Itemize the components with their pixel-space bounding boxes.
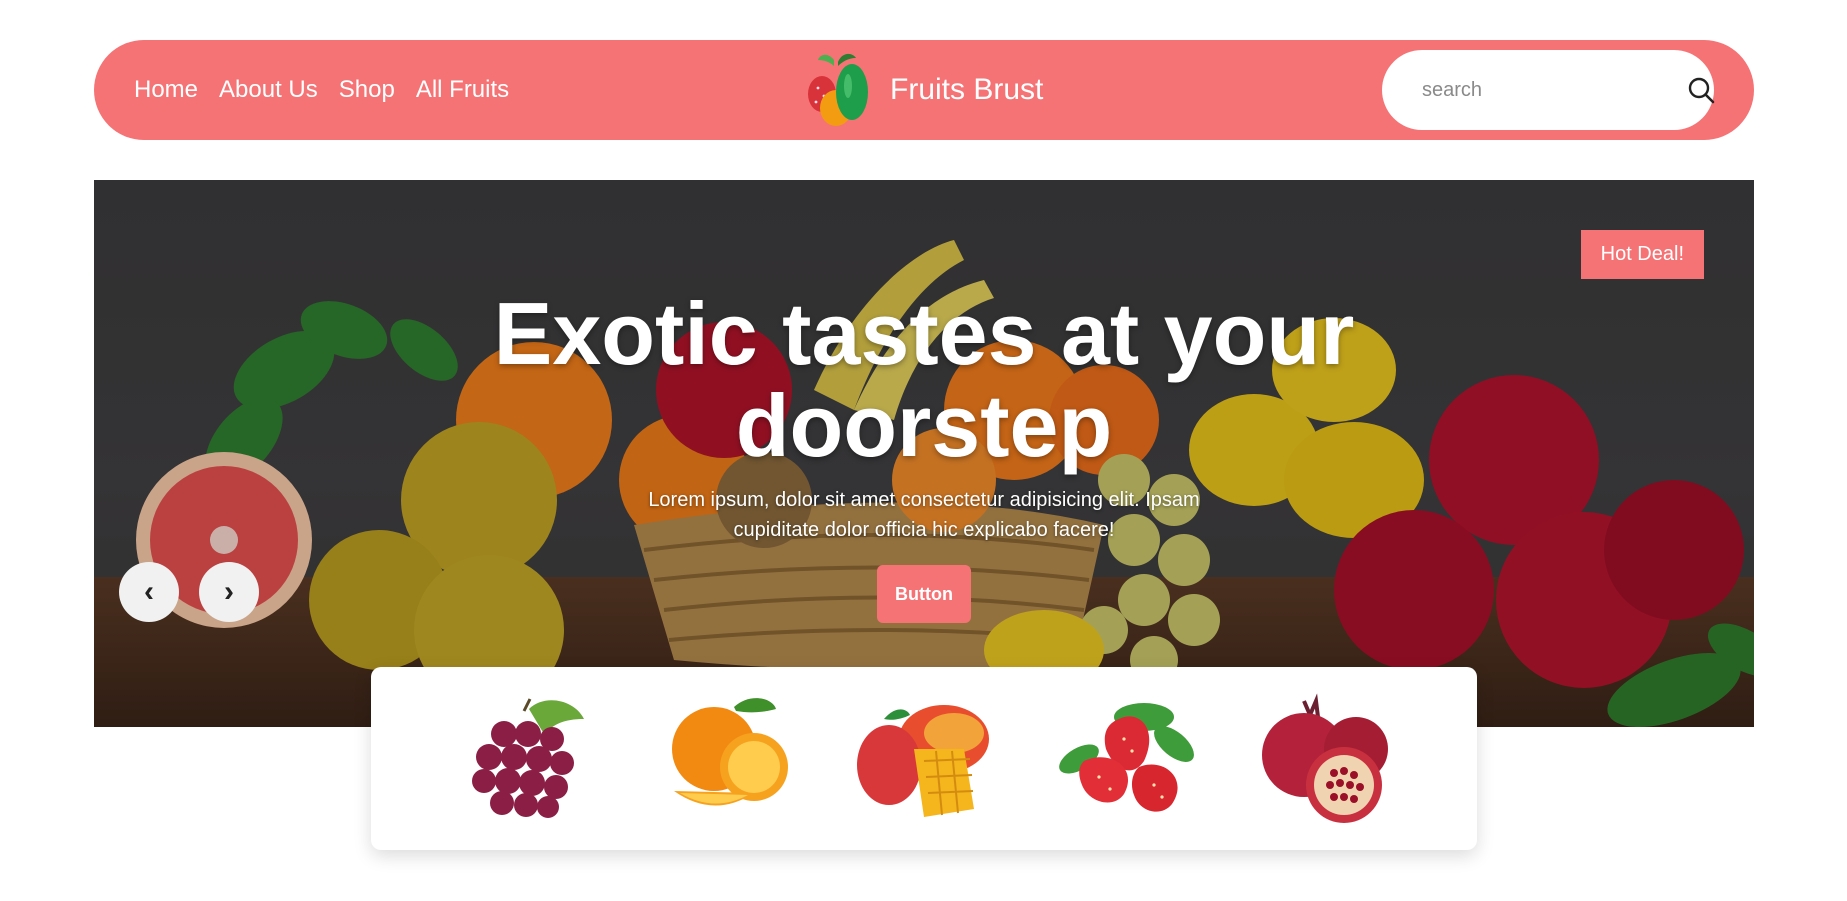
nav-links: Home About Us Shop All Fruits — [134, 40, 509, 140]
grapes-icon[interactable] — [444, 689, 604, 829]
brand[interactable]: Fruits Brust — [802, 40, 1043, 140]
mango-icon[interactable] — [844, 689, 1004, 829]
hero-title: Exotic tastes at your doorstep — [493, 284, 1355, 475]
nav-link-home[interactable]: Home — [134, 76, 198, 104]
hero-description: Lorem ipsum, dolor sit amet consectetur … — [648, 489, 1200, 541]
hot-deal-badge[interactable]: Hot Deal! — [1580, 230, 1704, 279]
pomegranate-icon[interactable] — [1244, 689, 1404, 829]
navbar: Home About Us Shop All Fruits Fruits Bru… — [94, 40, 1754, 140]
brand-name: Fruits Brust — [890, 73, 1044, 106]
fruit-category-card — [371, 667, 1477, 850]
search-button[interactable] — [1687, 74, 1715, 106]
hero-cta-button[interactable]: Button — [877, 565, 971, 623]
nav-link-shop[interactable]: Shop — [339, 76, 395, 104]
carousel-next-button[interactable]: › — [199, 562, 259, 622]
chevron-right-icon: › — [224, 575, 234, 608]
nav-link-about-us[interactable]: About Us — [219, 76, 318, 104]
search-input[interactable] — [1422, 78, 1687, 102]
nav-link-all-fruits[interactable]: All Fruits — [416, 76, 509, 104]
hero-banner: Hot Deal! Exotic tastes at your doorstep… — [94, 180, 1754, 727]
search-icon — [1688, 77, 1715, 104]
chevron-left-icon: ‹ — [144, 575, 154, 608]
fruits-logo-icon — [808, 53, 868, 126]
carousel-prev-button[interactable]: ‹ — [119, 562, 179, 622]
search-box — [1382, 50, 1715, 130]
orange-icon[interactable] — [644, 689, 804, 829]
strawberry-icon[interactable] — [1044, 689, 1204, 829]
